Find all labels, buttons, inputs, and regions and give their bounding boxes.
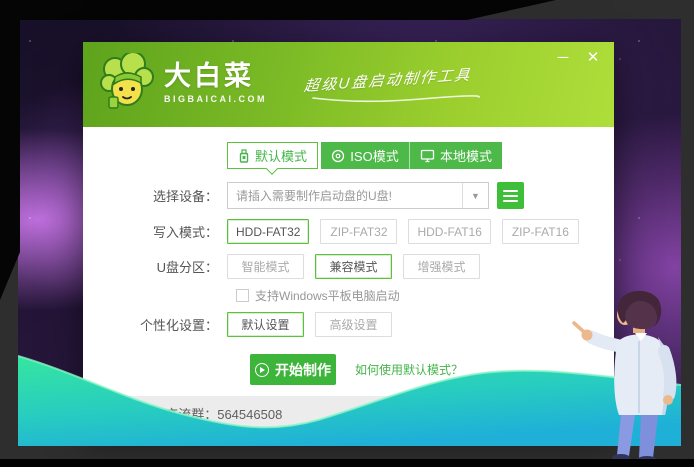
tagline-text: 超级U盘启动制作工具 bbox=[303, 63, 483, 96]
window-titlebar: 大白菜 BIGBAICAI.COM 超级U盘启动制作工具 ─ ✕ bbox=[83, 42, 614, 127]
device-select-value: 请插入需要制作启动盘的U盘! bbox=[228, 187, 462, 204]
usb-drive-icon bbox=[238, 149, 250, 163]
tagline-block: 超级U盘启动制作工具 bbox=[305, 69, 481, 108]
partition-label: U盘分区： bbox=[83, 257, 227, 276]
mode-tabs: 默认模式 ISO模式 本地模式 bbox=[99, 127, 630, 169]
tab-label: 本地模式 bbox=[440, 146, 492, 165]
window-footer: 官方QQ交流群：564546508 bbox=[83, 396, 614, 430]
write-mode-option-hdd-fat16[interactable]: HDD-FAT16 bbox=[408, 219, 490, 244]
personalization-option-advanced[interactable]: 高级设置 bbox=[315, 312, 392, 337]
tagline-underline-stroke bbox=[311, 95, 481, 103]
settings-form: 选择设备： 请插入需要制作启动盘的U盘! ▼ 写入模式： HDD-FAT32 Z… bbox=[83, 169, 614, 385]
personalization-row: 个性化设置： 默认设置 高级设置 bbox=[83, 312, 614, 337]
iso-disc-icon bbox=[331, 149, 345, 163]
desktop-stage: 大白菜 BIGBAICAI.COM 超级U盘启动制作工具 ─ ✕ bbox=[0, 0, 694, 467]
minimize-button[interactable]: ─ bbox=[554, 49, 572, 67]
tab-label: ISO模式 bbox=[350, 146, 398, 165]
qq-penguin-icon bbox=[96, 405, 113, 422]
device-row: 选择设备： 请插入需要制作启动盘的U盘! ▼ bbox=[83, 182, 614, 209]
help-link[interactable]: 如何使用默认模式？ bbox=[355, 361, 463, 378]
write-mode-option-zip-fat32[interactable]: ZIP-FAT32 bbox=[320, 219, 397, 244]
local-monitor-icon bbox=[420, 149, 435, 163]
write-mode-option-hdd-fat32[interactable]: HDD-FAT32 bbox=[227, 219, 309, 244]
brand-domain: BIGBAICAI.COM bbox=[164, 94, 267, 104]
bigbaicai-window: 大白菜 BIGBAICAI.COM 超级U盘启动制作工具 ─ ✕ bbox=[83, 42, 614, 430]
write-mode-row: 写入模式： HDD-FAT32 ZIP-FAT32 HDD-FAT16 ZIP-… bbox=[83, 219, 614, 244]
window-controls: ─ ✕ bbox=[554, 49, 602, 67]
device-label: 选择设备： bbox=[83, 186, 227, 205]
qq-group-text: 官方QQ交流群：564546508 bbox=[119, 404, 282, 423]
play-icon bbox=[255, 363, 269, 377]
tablet-boot-label: 支持Windows平板电脑启动 bbox=[255, 287, 400, 304]
dropdown-arrow-icon[interactable]: ▼ bbox=[462, 183, 488, 208]
partition-row: U盘分区： 智能模式 兼容模式 增强模式 bbox=[83, 254, 614, 279]
app-logo: 大白菜 BIGBAICAI.COM bbox=[99, 53, 267, 111]
brand-block: 大白菜 BIGBAICAI.COM bbox=[164, 61, 267, 104]
bezel-shadow-left bbox=[0, 0, 20, 300]
tablet-boot-row: 支持Windows平板电脑启动 bbox=[83, 287, 614, 304]
brand-name: 大白菜 bbox=[164, 61, 267, 91]
start-button-label: 开始制作 bbox=[275, 360, 331, 380]
tab-local-mode[interactable]: 本地模式 bbox=[409, 142, 502, 169]
start-button[interactable]: 开始制作 bbox=[250, 354, 336, 385]
tab-iso-mode[interactable]: ISO模式 bbox=[321, 142, 409, 169]
bezel-shadow-bottom bbox=[0, 459, 694, 467]
partition-option-compatible[interactable]: 兼容模式 bbox=[315, 254, 392, 279]
tablet-boot-checkbox[interactable] bbox=[236, 289, 249, 302]
device-list-button[interactable] bbox=[497, 182, 524, 209]
bezel-shadow-top bbox=[0, 0, 556, 20]
write-mode-label: 写入模式： bbox=[83, 222, 227, 241]
device-select[interactable]: 请插入需要制作启动盘的U盘! ▼ bbox=[227, 182, 489, 209]
tab-label: 默认模式 bbox=[255, 146, 307, 165]
tab-default-mode[interactable]: 默认模式 bbox=[227, 142, 318, 169]
personalization-label: 个性化设置： bbox=[83, 315, 227, 334]
cabbage-mascot-icon bbox=[99, 53, 155, 111]
personalization-option-default[interactable]: 默认设置 bbox=[227, 312, 304, 337]
action-row: 开始制作 如何使用默认模式？ bbox=[83, 354, 614, 385]
close-button[interactable]: ✕ bbox=[584, 49, 602, 67]
partition-option-enhanced[interactable]: 增强模式 bbox=[403, 254, 480, 279]
write-mode-option-zip-fat16[interactable]: ZIP-FAT16 bbox=[502, 219, 579, 244]
partition-option-smart[interactable]: 智能模式 bbox=[227, 254, 304, 279]
